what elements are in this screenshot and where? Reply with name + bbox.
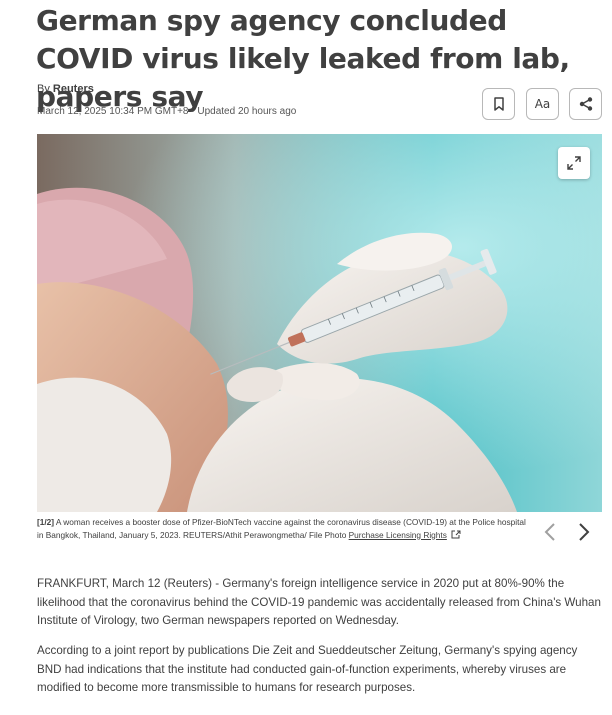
article-paragraph: According to a joint report by publicati… bbox=[37, 644, 578, 694]
article-photo[interactable] bbox=[37, 134, 602, 512]
vaccination-photo bbox=[37, 134, 602, 512]
gallery-counter: [1/2] bbox=[37, 517, 55, 527]
author-link[interactable]: Reuters bbox=[53, 83, 94, 95]
photo-caption: [1/2] A woman receives a booster dose of… bbox=[37, 516, 527, 541]
article-paragraph: FRANKFURT, March 12 (Reuters) - Germany'… bbox=[37, 577, 601, 627]
previous-photo-button[interactable] bbox=[539, 520, 561, 544]
expand-photo-button[interactable] bbox=[558, 147, 590, 179]
article-dateline: March 12, 2025 10:34 PM GMT+8 · Updated … bbox=[37, 106, 297, 117]
chevron-left-icon bbox=[544, 523, 555, 541]
byline: By Reuters bbox=[37, 83, 94, 95]
share-button[interactable] bbox=[569, 88, 602, 120]
purchase-licensing-link[interactable]: Purchase Licensing Rights bbox=[349, 530, 447, 540]
chevron-right-icon bbox=[579, 523, 590, 541]
next-photo-button[interactable] bbox=[573, 520, 595, 544]
share-icon bbox=[579, 97, 592, 111]
byline-prefix: By bbox=[37, 83, 50, 95]
external-link-icon bbox=[451, 530, 461, 538]
expand-icon bbox=[567, 156, 581, 170]
bookmark-icon bbox=[493, 97, 504, 111]
bookmark-button[interactable] bbox=[482, 88, 515, 120]
text-size-button[interactable]: Aa bbox=[526, 88, 559, 120]
